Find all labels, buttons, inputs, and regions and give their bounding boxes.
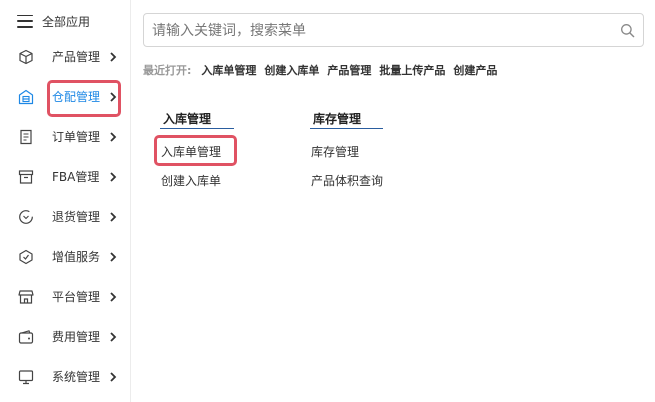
sidebar-header[interactable]: 全部应用: [17, 10, 90, 32]
link-inventory-management[interactable]: 库存管理: [311, 143, 359, 160]
box-icon: [18, 170, 34, 184]
sidebar-item-fee[interactable]: 费用管理: [0, 317, 131, 357]
menu-icon[interactable]: [17, 14, 33, 28]
recent-item[interactable]: 创建产品: [453, 62, 497, 78]
column-underline: [310, 128, 383, 129]
sidebar-item-value-added[interactable]: 增值服务: [0, 237, 131, 277]
document-icon: [20, 129, 32, 145]
sidebar-item-warehouse[interactable]: 仓配管理: [0, 77, 131, 117]
chevron-right-icon: [110, 332, 117, 342]
wallet-icon: [18, 330, 34, 344]
link-create-inbound-order[interactable]: 创建入库单: [161, 172, 221, 189]
column-title-inventory: 库存管理: [313, 112, 362, 126]
recent-item[interactable]: 创建入库单: [264, 62, 319, 78]
search-icon[interactable]: [620, 23, 635, 38]
recent-item[interactable]: 入库单管理: [201, 62, 256, 78]
cube-icon: [19, 49, 33, 65]
recent-item[interactable]: 产品管理: [327, 62, 371, 78]
warehouse-icon: [18, 89, 34, 105]
return-icon: [19, 210, 33, 224]
sidebar-item-system[interactable]: 系统管理: [0, 357, 131, 397]
sidebar-item-platform[interactable]: 平台管理: [0, 277, 131, 317]
link-inbound-order-management[interactable]: 入库单管理: [161, 143, 221, 160]
value-added-icon: [19, 249, 33, 265]
chevron-right-icon: [110, 252, 117, 262]
sidebar-item-label: FBA管理: [52, 170, 100, 184]
sidebar-item-label: 增值服务: [52, 250, 101, 264]
sidebar-item-order[interactable]: 订单管理: [0, 117, 131, 157]
column-title-inbound: 入库管理: [163, 112, 212, 126]
sidebar-item-return[interactable]: 退货管理: [0, 197, 131, 237]
recent-label: 最近打开:: [143, 64, 192, 77]
search-input[interactable]: [152, 20, 612, 42]
chevron-right-icon: [110, 132, 117, 142]
chevron-right-icon: [110, 372, 117, 382]
chevron-right-icon: [110, 172, 117, 182]
chevron-right-icon: [110, 212, 117, 222]
link-product-volume-query[interactable]: 产品体积查询: [311, 172, 383, 189]
sidebar: 全部应用 产品管理 仓配管理 订单管理 FBA管理 退货管理 增值服务 平台管理…: [0, 0, 131, 402]
search-box[interactable]: [143, 13, 644, 47]
sidebar-item-label: 费用管理: [52, 330, 101, 344]
sidebar-item-product[interactable]: 产品管理: [0, 37, 131, 77]
sidebar-item-label: 产品管理: [52, 50, 101, 64]
store-icon: [18, 290, 34, 304]
chevron-right-icon: [110, 92, 117, 102]
sidebar-item-label: 系统管理: [52, 370, 101, 384]
sidebar-item-label: 订单管理: [52, 130, 101, 144]
recent-item[interactable]: 批量上传产品: [379, 62, 445, 78]
monitor-icon: [18, 370, 34, 385]
sidebar-title: 全部应用: [42, 14, 91, 29]
sidebar-item-fba[interactable]: FBA管理: [0, 157, 131, 197]
sidebar-item-label: 平台管理: [52, 290, 101, 304]
sidebar-item-label: 退货管理: [52, 210, 101, 224]
chevron-right-icon: [110, 52, 117, 62]
column-underline: [160, 128, 234, 129]
recent-bar: 最近打开: 入库单管理 创建入库单 产品管理 批量上传产品 创建产品: [143, 61, 505, 79]
sidebar-item-label: 仓配管理: [52, 90, 101, 104]
chevron-right-icon: [110, 292, 117, 302]
